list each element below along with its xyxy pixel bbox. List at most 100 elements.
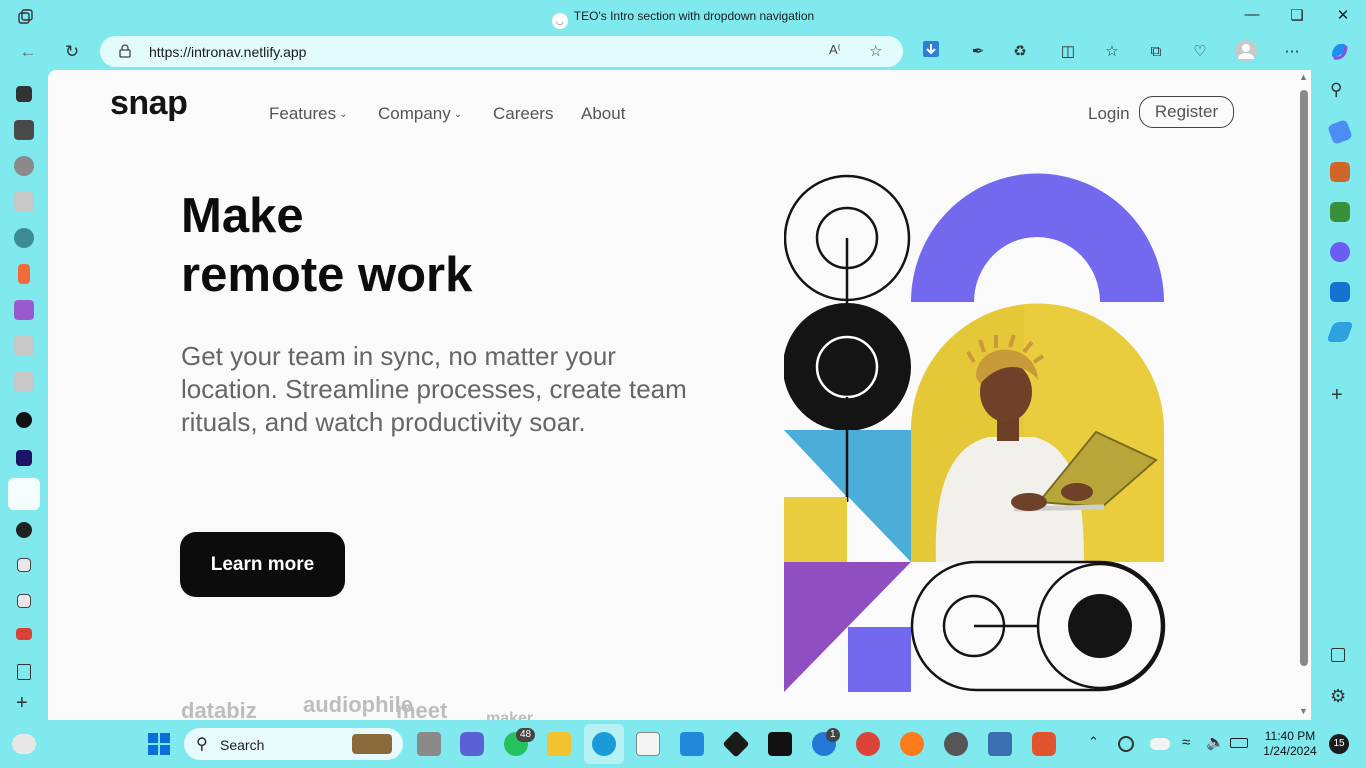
start-button-icon[interactable] [147,732,171,756]
more-menu-icon[interactable]: ⋯ [1280,40,1304,64]
edge-browser-icon[interactable] [592,732,616,756]
tab-pdf-icon[interactable] [14,192,34,212]
scroll-down-arrow-icon[interactable]: ▼ [1299,706,1308,716]
battery-icon[interactable] [1230,738,1248,748]
show-hidden-icons-chevron[interactable]: ⌃ [1088,734,1099,750]
client-logo-maker: maker [486,710,534,720]
split-screen-icon[interactable]: ◫ [1056,40,1080,64]
scrollbar-thumb[interactable] [1300,90,1308,666]
tab-pdf-icon-2[interactable] [14,336,34,356]
copilot-icon[interactable] [1327,40,1351,64]
tab-active-snap[interactable] [8,478,40,510]
chrome-icon[interactable] [856,732,880,756]
notification-center-badge[interactable]: 15 [1329,734,1349,754]
app-badge: 1 [826,728,840,742]
onedrive-icon[interactable] [1150,738,1170,750]
whatsapp-badge: 48 [516,728,536,742]
window-title-text: TEO's Intro section with dropdown naviga… [573,9,815,23]
tab-pdf-icon-3[interactable] [14,372,34,392]
learn-more-button[interactable]: Learn more [180,532,345,597]
volume-icon[interactable]: 🔈 [1206,733,1225,751]
git-tool-icon[interactable] [722,730,750,758]
nav-careers[interactable]: Careers [493,104,553,124]
pycharm-icon[interactable] [768,732,792,756]
tab-teo-icon[interactable] [16,450,32,466]
minimize-button[interactable]: — [1240,6,1264,28]
address-bar[interactable]: https://intronav.netlify.app A⁽ ☆ [100,36,903,67]
sidebar-send-icon[interactable] [1326,322,1354,342]
favorite-star-icon[interactable]: ☆ [869,42,882,60]
tab-notion-icon[interactable] [17,558,31,572]
tab-vite-icon[interactable] [14,300,34,320]
new-tab-plus-icon[interactable]: + [16,692,28,715]
nav-about[interactable]: About [581,104,625,124]
tab-triangle-icon[interactable] [16,412,32,428]
tab-cube-icon[interactable] [14,120,34,140]
download-icon[interactable] [919,40,943,64]
collections-icon[interactable]: ⧉ [1144,40,1168,64]
photos-icon[interactable] [988,732,1012,756]
tab-chatgpt-icon[interactable] [14,156,34,176]
file-explorer-icon[interactable] [547,732,571,756]
wifi-icon[interactable]: ≈ [1182,734,1190,751]
browser-essentials-icon[interactable]: ♡ [1188,40,1212,64]
search-label: Search [220,737,265,753]
tab-gmail-icon[interactable] [16,628,32,640]
task-view-icon[interactable] [417,732,441,756]
sidebar-add-icon[interactable]: + [1331,384,1343,407]
tab-figma-icon[interactable] [18,264,30,284]
profile-avatar[interactable] [1234,40,1258,64]
extensions-icon[interactable]: ♻ [1008,40,1032,64]
sidebar-settings-icon[interactable]: ⚙ [1330,686,1346,707]
pill-toggle-shape [910,560,1166,692]
weather-widget-icon[interactable] [12,734,36,754]
browser-title-bar: ◡ TEO's Intro section with dropdown navig… [0,0,1366,34]
sidebar-games-icon[interactable] [1330,202,1350,222]
edge-sidebar: ⚲ + ⚙ [1318,70,1366,720]
tab-actions-icon[interactable] [16,86,32,102]
nav-features[interactable]: Features ⌄ [269,104,347,124]
refresh-button[interactable]: ↻ [60,40,84,64]
clock-date: 1/24/2024 [1263,744,1317,758]
favorites-icon[interactable]: ☆ [1100,40,1124,64]
blue-triangle-shape-2 [784,430,847,497]
settings-app-icon[interactable] [944,732,968,756]
snap-logo[interactable]: snap [110,84,188,123]
tab-n-icon[interactable] [14,228,34,248]
vscode-icon[interactable] [680,732,704,756]
register-button[interactable]: Register [1139,96,1234,128]
back-button[interactable]: ← [16,40,40,64]
sidebar-m365-icon[interactable] [1330,242,1350,262]
read-aloud-icon[interactable]: A⁽ [829,42,841,58]
sidebar-tools-icon[interactable] [1330,162,1350,182]
url-text[interactable]: https://intronav.netlify.app [149,44,306,60]
page-scrollbar[interactable]: ▲ ▼ [1297,70,1311,720]
ms-store-icon[interactable] [636,732,660,756]
tab-github-icon[interactable] [16,522,32,538]
purple-arch-shape [911,173,1164,302]
web-page: snap Features ⌄ Company ⌄ Careers About Lo… [48,70,1297,720]
sidebar-search-icon[interactable]: ⚲ [1330,80,1342,100]
nav-company[interactable]: Company ⌄ [378,104,462,124]
firefox-icon[interactable] [900,732,924,756]
restore-button[interactable]: ❏ [1285,6,1309,28]
hero-title-line-2: remote work [181,248,473,302]
sidebar-outlook-icon[interactable] [1330,282,1350,302]
sidebar-shopping-icon[interactable] [1327,119,1353,145]
search-icon: ⚲ [196,736,208,753]
eyedropper-extension-icon[interactable]: ✒ [966,40,990,64]
nav-company-label: Company [378,104,451,123]
teams-chat-icon[interactable] [460,732,484,756]
brave-like-icon[interactable] [1032,732,1056,756]
sync-icon[interactable] [1118,736,1134,752]
taskbar-search-box[interactable]: ⚲ Search [184,728,403,760]
tab-doc-icon[interactable] [17,664,31,680]
login-link[interactable]: Login [1088,104,1130,124]
sidebar-hide-icon[interactable] [1331,648,1345,662]
system-clock[interactable]: 11:40 PM 1/24/2024 [1256,729,1324,759]
tab-notion-icon-2[interactable] [17,594,31,608]
client-logo-databiz: databiz [181,698,257,720]
windows-taskbar: ⚲ Search 48 1 ⌃ ≈ 🔈 11:40 PM 1/24/2024 1… [0,720,1366,768]
scroll-up-arrow-icon[interactable]: ▲ [1299,72,1308,82]
close-button[interactable]: ✕ [1331,6,1355,28]
